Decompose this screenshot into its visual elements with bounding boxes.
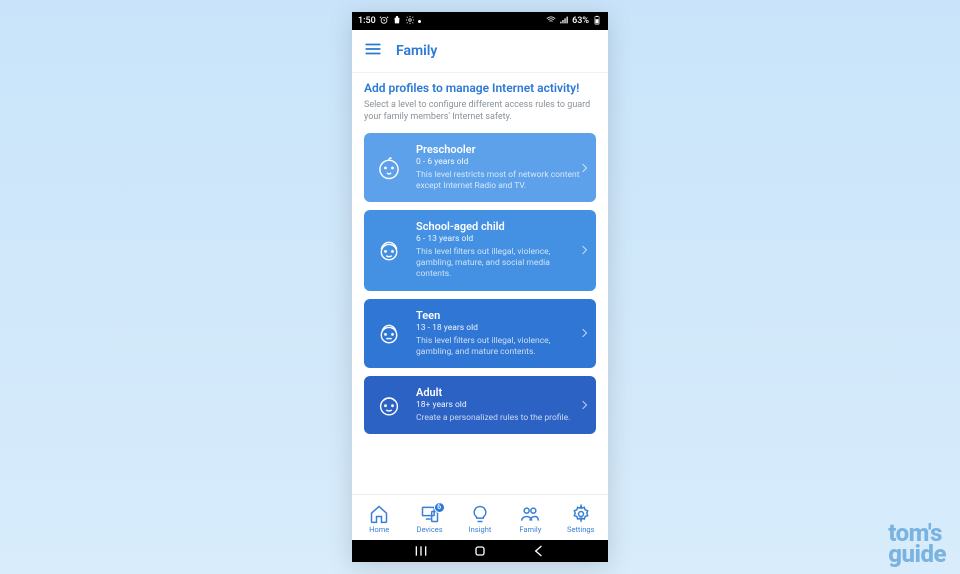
- subheadline: Select a level to configure different ac…: [364, 99, 596, 123]
- bag-icon: [392, 15, 402, 28]
- card-desc: This level filters out illegal, violence…: [416, 247, 586, 280]
- bottom-nav: Home 6 Devices Insight Family Settings: [352, 494, 608, 540]
- watermark-line2: guide: [888, 544, 946, 564]
- devices-badge: 6: [434, 502, 445, 513]
- profile-card-school[interactable]: School-aged child 6 - 13 years old This …: [364, 210, 596, 290]
- gear-status-icon: [405, 15, 415, 28]
- page-title: Family: [396, 43, 437, 59]
- nav-label: Devices: [417, 525, 443, 534]
- card-title: School-aged child: [416, 220, 586, 233]
- signal-icon: [559, 15, 569, 28]
- phone-frame: 1:50 63%: [352, 12, 608, 562]
- card-age: 13 - 18 years old: [416, 323, 586, 333]
- card-desc: This level filters out illegal, violence…: [416, 336, 586, 358]
- baby-icon: [372, 151, 406, 185]
- card-age: 6 - 13 years old: [416, 234, 586, 244]
- main-content: Add profiles to manage Internet activity…: [352, 73, 608, 494]
- profile-cards: Preschooler 0 - 6 years old This level r…: [364, 133, 596, 433]
- card-title: Teen: [416, 309, 586, 322]
- card-title: Adult: [416, 386, 586, 399]
- nav-label: Insight: [469, 525, 492, 534]
- profile-card-teen[interactable]: Teen 13 - 18 years old This level filter…: [364, 299, 596, 368]
- nav-family[interactable]: Family: [507, 504, 553, 534]
- headline: Add profiles to manage Internet activity…: [364, 81, 596, 95]
- card-desc: This level restricts most of network con…: [416, 170, 586, 192]
- android-navbar: [352, 540, 608, 562]
- card-title: Preschooler: [416, 143, 586, 156]
- nav-label: Family: [519, 525, 541, 534]
- battery-icon: [592, 15, 602, 28]
- watermark: tom's guide: [888, 523, 946, 564]
- hamburger-icon[interactable]: [364, 40, 382, 62]
- app-header: Family: [352, 30, 608, 73]
- card-age: 18+ years old: [416, 400, 586, 410]
- android-recent-button[interactable]: [413, 543, 429, 559]
- nav-settings[interactable]: Settings: [558, 504, 604, 534]
- adult-icon: [372, 388, 406, 422]
- wifi-icon: [546, 15, 556, 28]
- status-time: 1:50: [358, 16, 376, 26]
- nav-devices[interactable]: 6 Devices: [407, 504, 453, 534]
- profile-card-preschooler[interactable]: Preschooler 0 - 6 years old This level r…: [364, 133, 596, 202]
- dot-icon: [418, 20, 421, 23]
- android-home-button[interactable]: [472, 543, 488, 559]
- status-battery: 63%: [572, 16, 589, 26]
- card-desc: Create a personalized rules to the profi…: [416, 413, 586, 424]
- nav-label: Settings: [567, 525, 594, 534]
- status-bar: 1:50 63%: [352, 12, 608, 30]
- alarm-icon: [379, 15, 389, 28]
- profile-card-adult[interactable]: Adult 18+ years old Create a personalize…: [364, 376, 596, 434]
- child-icon: [372, 233, 406, 267]
- nav-home[interactable]: Home: [356, 504, 402, 534]
- nav-label: Home: [369, 525, 389, 534]
- card-age: 0 - 6 years old: [416, 157, 586, 167]
- nav-insight[interactable]: Insight: [457, 504, 503, 534]
- teen-icon: [372, 316, 406, 350]
- android-back-button[interactable]: [531, 543, 547, 559]
